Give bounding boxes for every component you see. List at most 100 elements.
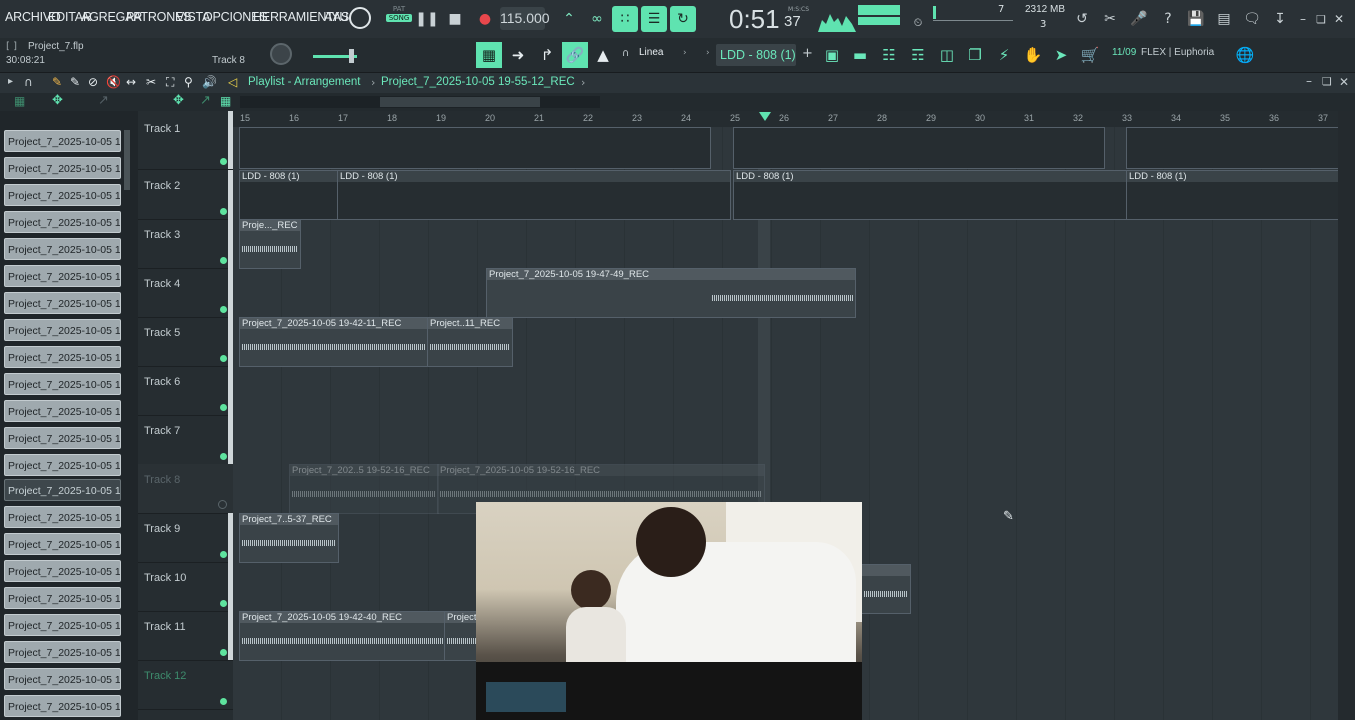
pattern-icon[interactable]: ▦ (14, 94, 25, 108)
delete-icon[interactable]: ⊘ (88, 75, 98, 89)
metronome-icon[interactable]: ⌃ (556, 6, 582, 32)
track-header[interactable]: Track 6 (138, 366, 233, 416)
track-link-icon[interactable]: ↗ (200, 93, 211, 108)
audio-clip[interactable]: Project..11_REC (427, 317, 513, 367)
download-icon[interactable]: ↧ (1267, 6, 1293, 32)
loop-record-icon[interactable]: ↻ (670, 6, 696, 32)
audio-clip[interactable]: Proje..._REC (239, 219, 301, 269)
track-header[interactable]: Track 5 (138, 317, 233, 367)
pause-button[interactable]: ❚❚ (414, 6, 440, 32)
track-header[interactable]: Track 2 (138, 170, 233, 220)
audio-clip-muted[interactable]: Project_7_202..5 19-52-16_REC (289, 464, 439, 514)
pattern-item-selected[interactable]: Project_7_2025-10-05 19... (4, 479, 121, 501)
audio-clip[interactable]: Project_7_2025-10-05 19-42-40_REC (239, 611, 446, 661)
mixer-faders-icon[interactable]: ☶ (905, 42, 931, 68)
channel-rack-icon[interactable]: ▬ (847, 42, 873, 68)
track-enable-led[interactable] (220, 649, 227, 656)
stop-button[interactable]: ■ (442, 6, 468, 32)
track-header[interactable]: Track 3 (138, 219, 233, 269)
select-icon[interactable]: ⛶ (166, 75, 174, 90)
pattern-item[interactable]: Project_7_2025-10-05 19... (4, 211, 121, 233)
undo-icon[interactable]: ↺ (1069, 6, 1095, 32)
slip-icon[interactable]: ↔ (126, 75, 136, 89)
save-icon[interactable]: 💾 (1183, 6, 1209, 32)
track-header[interactable]: Track 9 (138, 513, 233, 563)
pattern-item[interactable]: Project_7_2025-10-05 19... (4, 454, 121, 476)
pattern-item[interactable]: Project_7_2025-10-05 19... (4, 184, 121, 206)
playlist-restore-button[interactable]: ❏ (1322, 75, 1332, 88)
wait-input-icon[interactable]: ∞ (584, 6, 610, 32)
close-button[interactable]: ✕ (1332, 6, 1346, 32)
pat-song-toggle[interactable]: PAT SONG (386, 5, 412, 32)
track-volume-knob[interactable] (270, 43, 292, 65)
track-enable-led[interactable] (220, 551, 227, 558)
pitch-slider-handle[interactable] (349, 49, 354, 63)
pattern-item[interactable]: Project_7_2025-10-05 19... (4, 560, 121, 582)
move-icon[interactable]: ✥ (52, 93, 63, 108)
pattern-item[interactable]: Project_7_2025-10-05 19... (4, 292, 121, 314)
track-enable-led[interactable] (218, 500, 227, 509)
microphone-icon[interactable]: 🎤 (1126, 6, 1152, 32)
track-enable-led[interactable] (220, 355, 227, 362)
playback-icon[interactable]: 🔊 (202, 75, 217, 89)
track-enable-led[interactable] (220, 257, 227, 264)
link-icon[interactable]: 🔗 (562, 42, 588, 68)
pattern-clip[interactable]: LDD - 808 (1) (337, 170, 731, 220)
slide-icon[interactable]: ↱ (534, 42, 560, 68)
plugin-icon[interactable]: ⚡ (991, 42, 1017, 68)
render-icon[interactable]: ▤ (1211, 6, 1237, 32)
overview-window[interactable] (380, 97, 540, 107)
playlist-icon[interactable]: ▣ (819, 42, 845, 68)
cut-icon[interactable]: ✂ (1097, 6, 1123, 32)
magnet-icon[interactable]: ∩ (622, 48, 629, 59)
track-header[interactable]: Track 10 (138, 562, 233, 612)
tools-icon[interactable]: ➤ (1048, 42, 1074, 68)
step-edit-icon[interactable]: ☰ (641, 6, 667, 32)
track-enable-led[interactable] (220, 600, 227, 607)
pattern-clip[interactable] (239, 127, 711, 169)
magnet-icon[interactable]: ∩ (24, 75, 33, 89)
pattern-clip[interactable]: LDD - 808 (1) (239, 170, 339, 220)
pattern-item[interactable]: Project_7_2025-10-05 19... (4, 506, 121, 528)
countdown-icon[interactable]: ∷ (612, 6, 638, 32)
playlist-minimize-button[interactable]: – (1306, 74, 1312, 88)
master-volume-knob[interactable] (349, 7, 371, 29)
track-header[interactable]: Track 1 (138, 111, 233, 170)
track-enable-led[interactable] (220, 208, 227, 215)
restore-button[interactable]: ❏ (1314, 6, 1328, 32)
record-button[interactable]: ● (472, 6, 498, 32)
stamp-icon[interactable]: ▲ (590, 42, 616, 68)
pattern-item[interactable]: Project_7_2025-10-05 19... (4, 238, 121, 260)
pattern-clip[interactable]: LDD - 808 (1) (1126, 170, 1338, 220)
snap-dropdown-icon[interactable]: › (683, 48, 687, 58)
track-header[interactable]: Track 7 (138, 415, 233, 465)
breadcrumb[interactable]: Project_7_2025-10-05 19-55-12_REC (381, 76, 575, 88)
pattern-item[interactable]: Project_7_2025-10-05 19... (4, 614, 121, 636)
pattern-item[interactable]: Project_7_2025-10-05 19... (4, 265, 121, 287)
audio-clip[interactable]: Project_7_2025-10-05 19-47-49_REC (486, 268, 856, 318)
paint-icon[interactable]: ✎ (70, 75, 80, 89)
browser-icon[interactable]: ❐ (962, 42, 988, 68)
audio-clip[interactable]: Project_7_2025-10-05 19-42-11_REC (239, 317, 429, 367)
pattern-item[interactable]: Project_7_2025-10-05 19... (4, 400, 121, 422)
pattern-item[interactable]: Project_7_2025-10-05 19... (4, 533, 121, 555)
patcher-icon[interactable]: ◫ (934, 42, 960, 68)
timeline-ruler[interactable]: 15 16 17 18 19 20 21 22 23 24 25 26 27 2… (233, 111, 1338, 127)
browser-scrollbar[interactable] (124, 130, 130, 190)
pattern-item[interactable]: Project_7_2025-10-05 19... (4, 346, 121, 368)
pattern-item[interactable]: Project_7_2025-10-05 19... (4, 695, 121, 717)
pattern-item[interactable]: Project_7_2025-10-05 19... (4, 157, 121, 179)
audio-clip[interactable]: Project_7..5-37_REC (239, 513, 339, 563)
playlist-arrow-icon[interactable]: ▸ (8, 76, 13, 87)
link-faded-icon[interactable]: ↗ (98, 93, 109, 108)
plugin-name[interactable]: FLEX | Euphoria (1141, 47, 1214, 58)
track-enable-led[interactable] (220, 453, 227, 460)
pattern-item[interactable]: Project_7_2025-10-05 19... (4, 641, 121, 663)
pattern-item[interactable]: Project_7_2025-10-05 19... (4, 373, 121, 395)
track-enable-led[interactable] (220, 158, 227, 165)
globe-icon[interactable]: 🌐 (1232, 42, 1258, 68)
cart-icon[interactable]: 🛒 (1077, 42, 1103, 68)
pattern-item[interactable]: Project_7_2025-10-05 19... (4, 130, 121, 152)
pattern-item[interactable]: Project_7_2025-10-05 19... (4, 587, 121, 609)
track-enable-led[interactable] (220, 404, 227, 411)
